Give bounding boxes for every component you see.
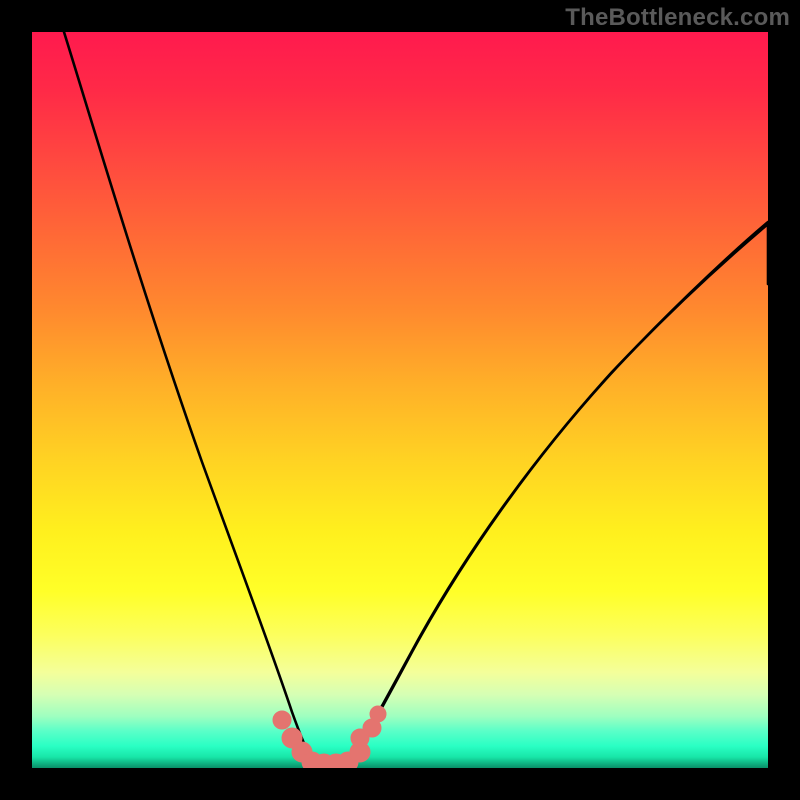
left-curve <box>64 32 316 768</box>
chart-frame: TheBottleneck.com <box>0 0 800 800</box>
curve-overlay <box>32 32 768 768</box>
plot-area <box>32 32 768 768</box>
right-curve-main <box>348 222 768 768</box>
valley-markers <box>273 706 386 768</box>
right-curve <box>348 224 768 768</box>
watermark-text: TheBottleneck.com <box>565 4 790 32</box>
